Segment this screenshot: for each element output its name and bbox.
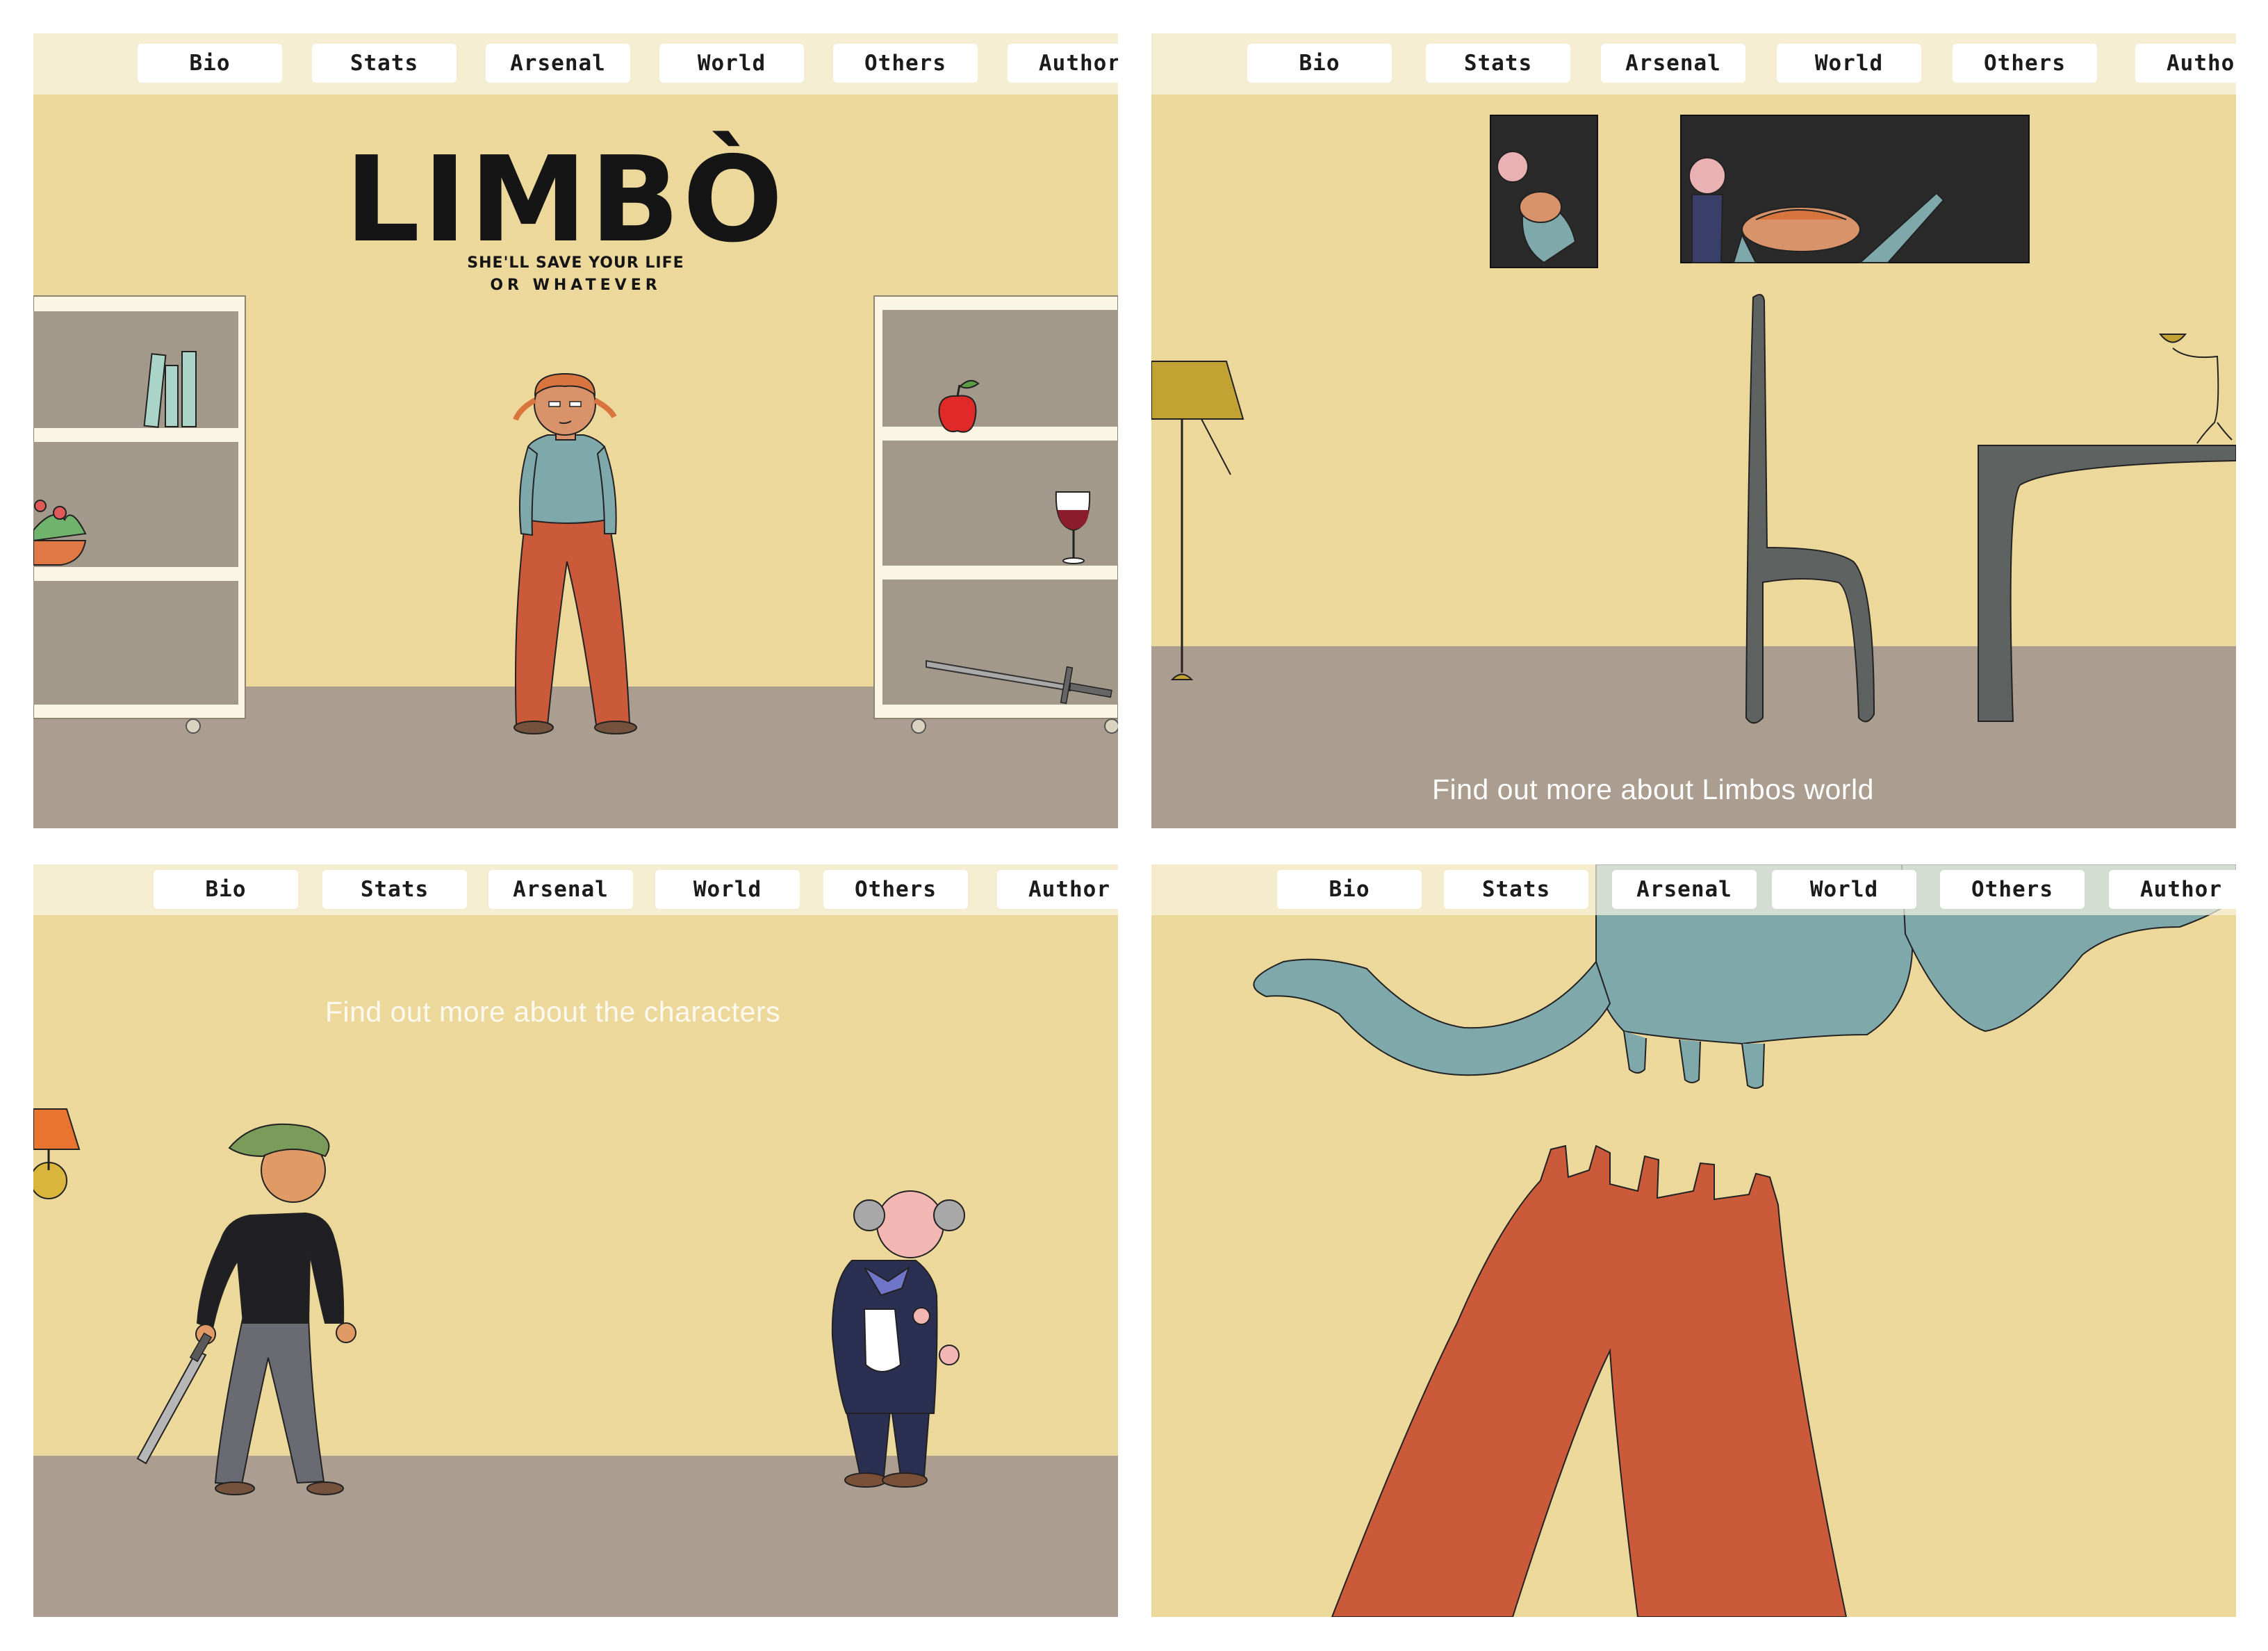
nav-others-button[interactable]: Others xyxy=(1940,870,2085,909)
nav-others-button[interactable]: Others xyxy=(1953,44,2097,83)
young-man-with-sword-icon xyxy=(136,1123,356,1495)
logo-tagline-line-1: SHE'LL SAVE YOUR LIFE xyxy=(467,254,684,272)
nav-stats-button[interactable]: Stats xyxy=(1444,870,1588,909)
limbo-character-icon xyxy=(513,372,637,734)
candlestick-icon xyxy=(2158,334,2233,444)
floor-lamp-icon xyxy=(1151,361,1244,680)
nav-bio-button[interactable]: Bio xyxy=(154,870,298,909)
nav-author-button[interactable]: Author xyxy=(2135,44,2236,83)
nav-world-button[interactable]: World xyxy=(1777,44,1921,83)
panel-world: Bio Stats Arsenal World Others Author xyxy=(1151,33,2236,828)
nav-arsenal-button[interactable]: Arsenal xyxy=(486,44,630,83)
world-scene-illustration xyxy=(1151,115,2236,724)
characters-caption-link[interactable]: Find out more about the characters xyxy=(325,996,780,1028)
large-painting-icon xyxy=(1680,115,2030,263)
nav-others-button[interactable]: Others xyxy=(823,870,968,909)
nav-bio-button[interactable]: Bio xyxy=(1277,870,1422,909)
zoomed-pants-icon xyxy=(1331,1144,1848,1617)
nav-author-button[interactable]: Author xyxy=(1008,44,1118,83)
panel-bio-home: Bio Stats Arsenal World Others Author LI… xyxy=(33,33,1118,828)
nav-bio-button[interactable]: Bio xyxy=(1247,44,1392,83)
nav-author-button[interactable]: Author xyxy=(2109,870,2236,909)
top-navigation: Bio Stats Arsenal World Others Author xyxy=(1151,864,2236,915)
top-navigation: Bio Stats Arsenal World Others Author xyxy=(1151,33,2236,95)
panel-stats: Bio Stats Arsenal World Others Author xyxy=(1151,864,2236,1617)
nav-stats-button[interactable]: Stats xyxy=(1426,44,1570,83)
top-navigation: Bio Stats Arsenal World Others Author xyxy=(33,33,1118,95)
characters-scene-illustration xyxy=(33,1108,965,1495)
nav-world-button[interactable]: World xyxy=(659,44,804,83)
nav-arsenal-button[interactable]: Arsenal xyxy=(1601,44,1745,83)
world-caption-link[interactable]: Find out more about Limbos world xyxy=(1432,773,1874,806)
panel-others: Bio Stats Arsenal World Others Author Fi… xyxy=(33,864,1118,1617)
old-butler-icon xyxy=(831,1190,965,1488)
table-icon xyxy=(1978,445,2236,722)
nav-world-button[interactable]: World xyxy=(1772,870,1916,909)
nav-arsenal-button[interactable]: Arsenal xyxy=(488,870,633,909)
nav-arsenal-button[interactable]: Arsenal xyxy=(1612,870,1757,909)
nav-stats-button[interactable]: Stats xyxy=(312,44,457,83)
logo-tagline-line-2: OR WHATEVER xyxy=(490,277,662,294)
small-painting-icon xyxy=(1490,115,1598,268)
stats-scene-illustration xyxy=(1253,864,2236,1617)
wall-lamp-icon xyxy=(33,1108,81,1199)
chair-icon xyxy=(1745,294,1875,724)
nav-bio-button[interactable]: Bio xyxy=(138,44,282,83)
logo-title: LIMBÒ xyxy=(345,131,786,269)
top-navigation: Bio Stats Arsenal World Others Author xyxy=(33,864,1118,915)
nav-stats-button[interactable]: Stats xyxy=(322,870,467,909)
nav-author-button[interactable]: Author xyxy=(997,870,1118,909)
nav-others-button[interactable]: Others xyxy=(833,44,978,83)
nav-world-button[interactable]: World xyxy=(655,870,800,909)
